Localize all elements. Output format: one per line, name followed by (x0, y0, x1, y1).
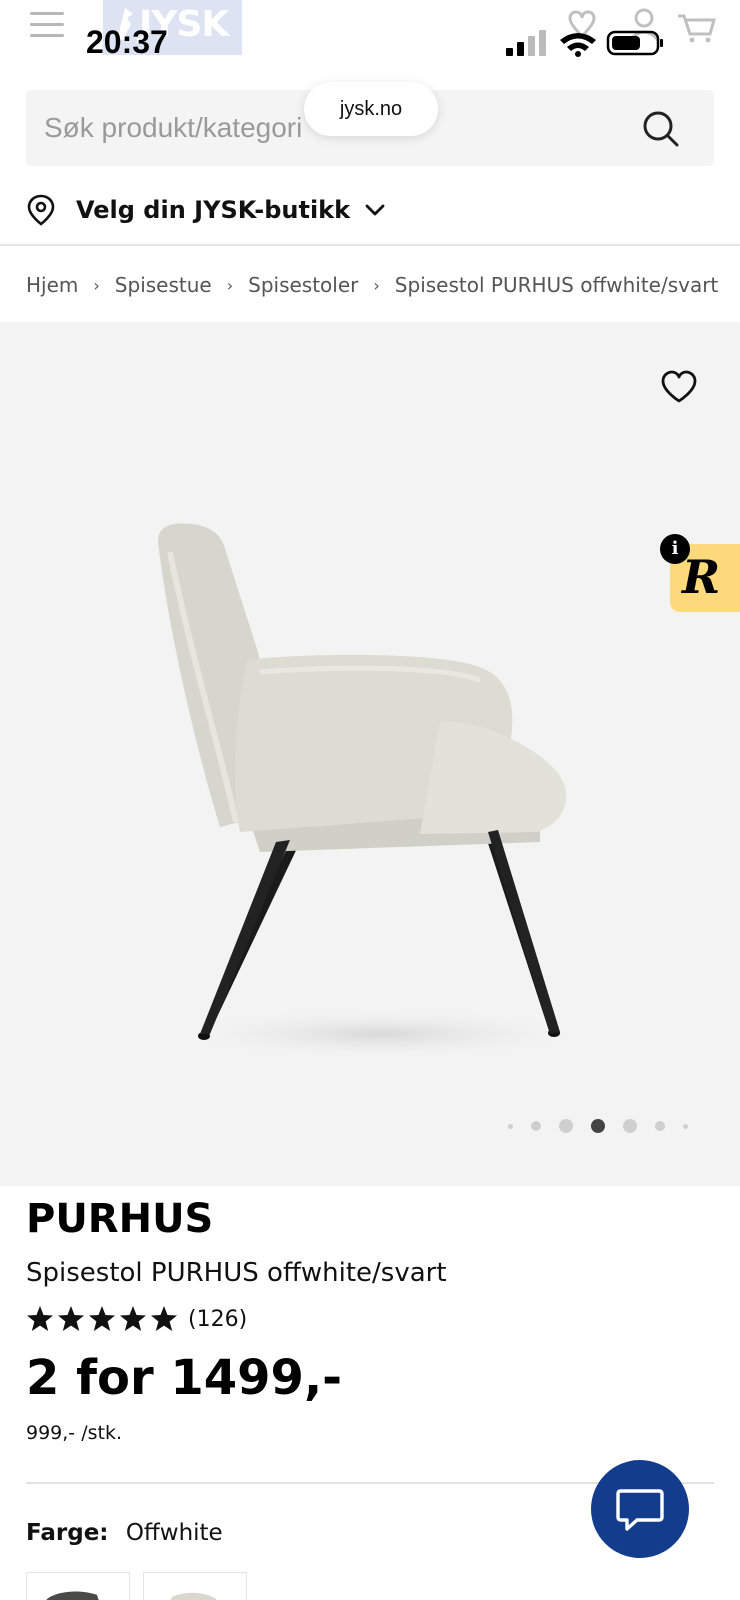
pagination-dot[interactable] (508, 1123, 513, 1129)
product-image-chair (158, 523, 590, 1060)
star-rating-icon (27, 1306, 177, 1331)
product-price: 2 for 1499,- (26, 1350, 343, 1406)
pagination-dot[interactable] (655, 1121, 665, 1131)
image-pagination[interactable] (508, 1116, 706, 1136)
product-rating[interactable]: (126) (26, 1304, 247, 1334)
battery-icon (606, 30, 663, 56)
swatch-chair-dark (46, 1591, 99, 1600)
status-bar: JYSK 20:37 (0, 0, 740, 70)
product-name: Spisestol PURHUS offwhite/svart (26, 1258, 447, 1288)
wifi-icon (560, 33, 596, 57)
unit-price: 999,- /stk. (26, 1422, 122, 1444)
info-icon[interactable]: i (660, 534, 690, 564)
menu-icon[interactable] (30, 12, 64, 38)
signal-icon (506, 30, 546, 56)
account-icon (634, 8, 654, 28)
pagination-dot[interactable] (531, 1121, 541, 1131)
search-icon[interactable] (642, 110, 680, 148)
location-pin-icon (27, 194, 55, 226)
chevron-right-icon: › (93, 275, 100, 295)
store-selector[interactable]: Velg din JYSK-butikk (26, 188, 386, 232)
product-brand: PURHUS (26, 1196, 214, 1242)
chevron-down-icon (365, 204, 385, 216)
system-status-icons (506, 30, 663, 57)
chat-button[interactable] (591, 1460, 689, 1558)
breadcrumb-item-current: Spisestol PURHUS offwhite/svart (394, 273, 719, 297)
color-value: Offwhite (125, 1520, 223, 1546)
product-gallery[interactable] (0, 322, 740, 1186)
pagination-dot[interactable] (683, 1123, 688, 1129)
breadcrumb: Hjem › Spisestue › Spisestoler › Spisest… (26, 270, 718, 300)
color-swatch-dark[interactable] (26, 1572, 130, 1600)
breadcrumb-item-dining-chairs[interactable]: Spisestoler (248, 273, 358, 297)
pagination-dot-active[interactable] (591, 1119, 605, 1133)
color-label: Farge: (26, 1520, 109, 1546)
swatch-chair-offwhite (170, 1592, 217, 1600)
store-selector-label: Velg din JYSK-butikk (76, 196, 351, 224)
search-input[interactable] (44, 108, 344, 148)
chat-bubble-icon (616, 1489, 664, 1531)
url-pill[interactable]: jysk.no (304, 82, 438, 136)
heart-icon[interactable] (660, 370, 698, 404)
store-divider (0, 244, 740, 246)
breadcrumb-item-home[interactable]: Hjem (26, 273, 78, 297)
reviews-badge-logo: R (682, 550, 721, 604)
breadcrumb-item-dining-room[interactable]: Spisestue (115, 273, 212, 297)
color-selector-label: Farge: Offwhite (26, 1520, 223, 1546)
status-time: 20:37 (86, 24, 168, 60)
pagination-dot[interactable] (623, 1119, 637, 1133)
color-swatch-offwhite[interactable] (143, 1572, 247, 1600)
pagination-dot[interactable] (559, 1119, 573, 1133)
chevron-right-icon: › (373, 275, 380, 295)
rating-count[interactable]: (126) (188, 1307, 247, 1332)
chevron-right-icon: › (226, 275, 234, 295)
